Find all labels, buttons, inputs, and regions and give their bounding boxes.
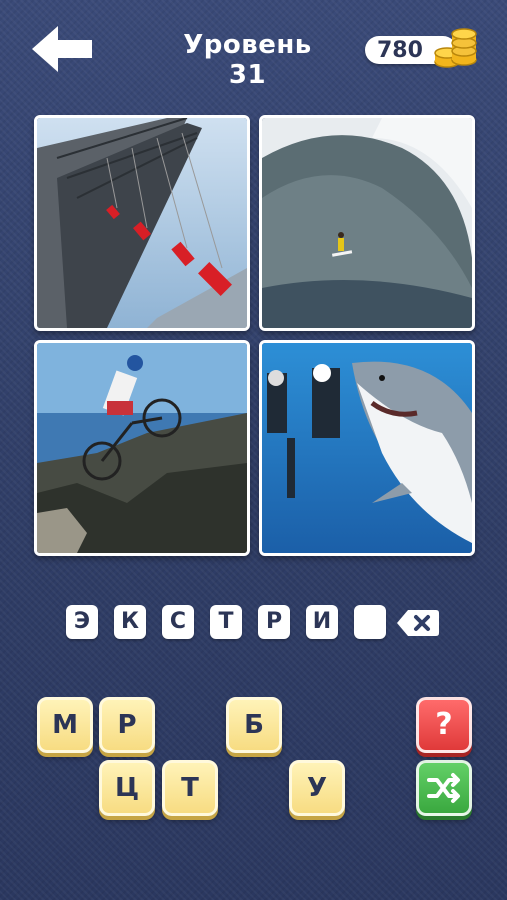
letter-tile[interactable]: М bbox=[37, 697, 93, 753]
answer-slot[interactable]: Э bbox=[66, 605, 98, 639]
letter-tile[interactable]: Р bbox=[99, 697, 155, 753]
photo-surfer-wave[interactable] bbox=[259, 115, 475, 331]
photo-bridge-bungee[interactable] bbox=[34, 115, 250, 331]
back-button[interactable] bbox=[30, 24, 96, 74]
answer-slot[interactable]: К bbox=[114, 605, 146, 639]
photo-cyclist-cliff[interactable] bbox=[34, 340, 250, 556]
answer-slot-empty[interactable] bbox=[354, 605, 386, 639]
backspace-icon bbox=[397, 610, 439, 636]
level-title: Уровень 31 bbox=[183, 30, 312, 90]
shuffle-button[interactable] bbox=[416, 760, 472, 816]
letter-tile[interactable]: Т bbox=[162, 760, 218, 816]
photo-divers-shark[interactable] bbox=[259, 340, 475, 556]
hint-icon: ? bbox=[435, 707, 453, 742]
shuffle-icon bbox=[427, 773, 460, 803]
top-bar: Уровень 31 780 bbox=[0, 0, 507, 100]
answer-slot[interactable]: И bbox=[306, 605, 338, 639]
letter-tile[interactable]: У bbox=[289, 760, 345, 816]
back-arrow-icon bbox=[32, 26, 92, 72]
gold-coins-icon bbox=[430, 20, 482, 70]
letter-tile[interactable]: Ц bbox=[99, 760, 155, 816]
answer-slot[interactable]: Р bbox=[258, 605, 290, 639]
hint-button[interactable]: ? bbox=[416, 697, 472, 753]
answer-slot[interactable]: С bbox=[162, 605, 194, 639]
answer-slot[interactable]: Т bbox=[210, 605, 242, 639]
erase-button[interactable] bbox=[396, 608, 440, 638]
coins-value: 780 bbox=[377, 38, 423, 63]
letter-tile[interactable]: Б bbox=[226, 697, 282, 753]
